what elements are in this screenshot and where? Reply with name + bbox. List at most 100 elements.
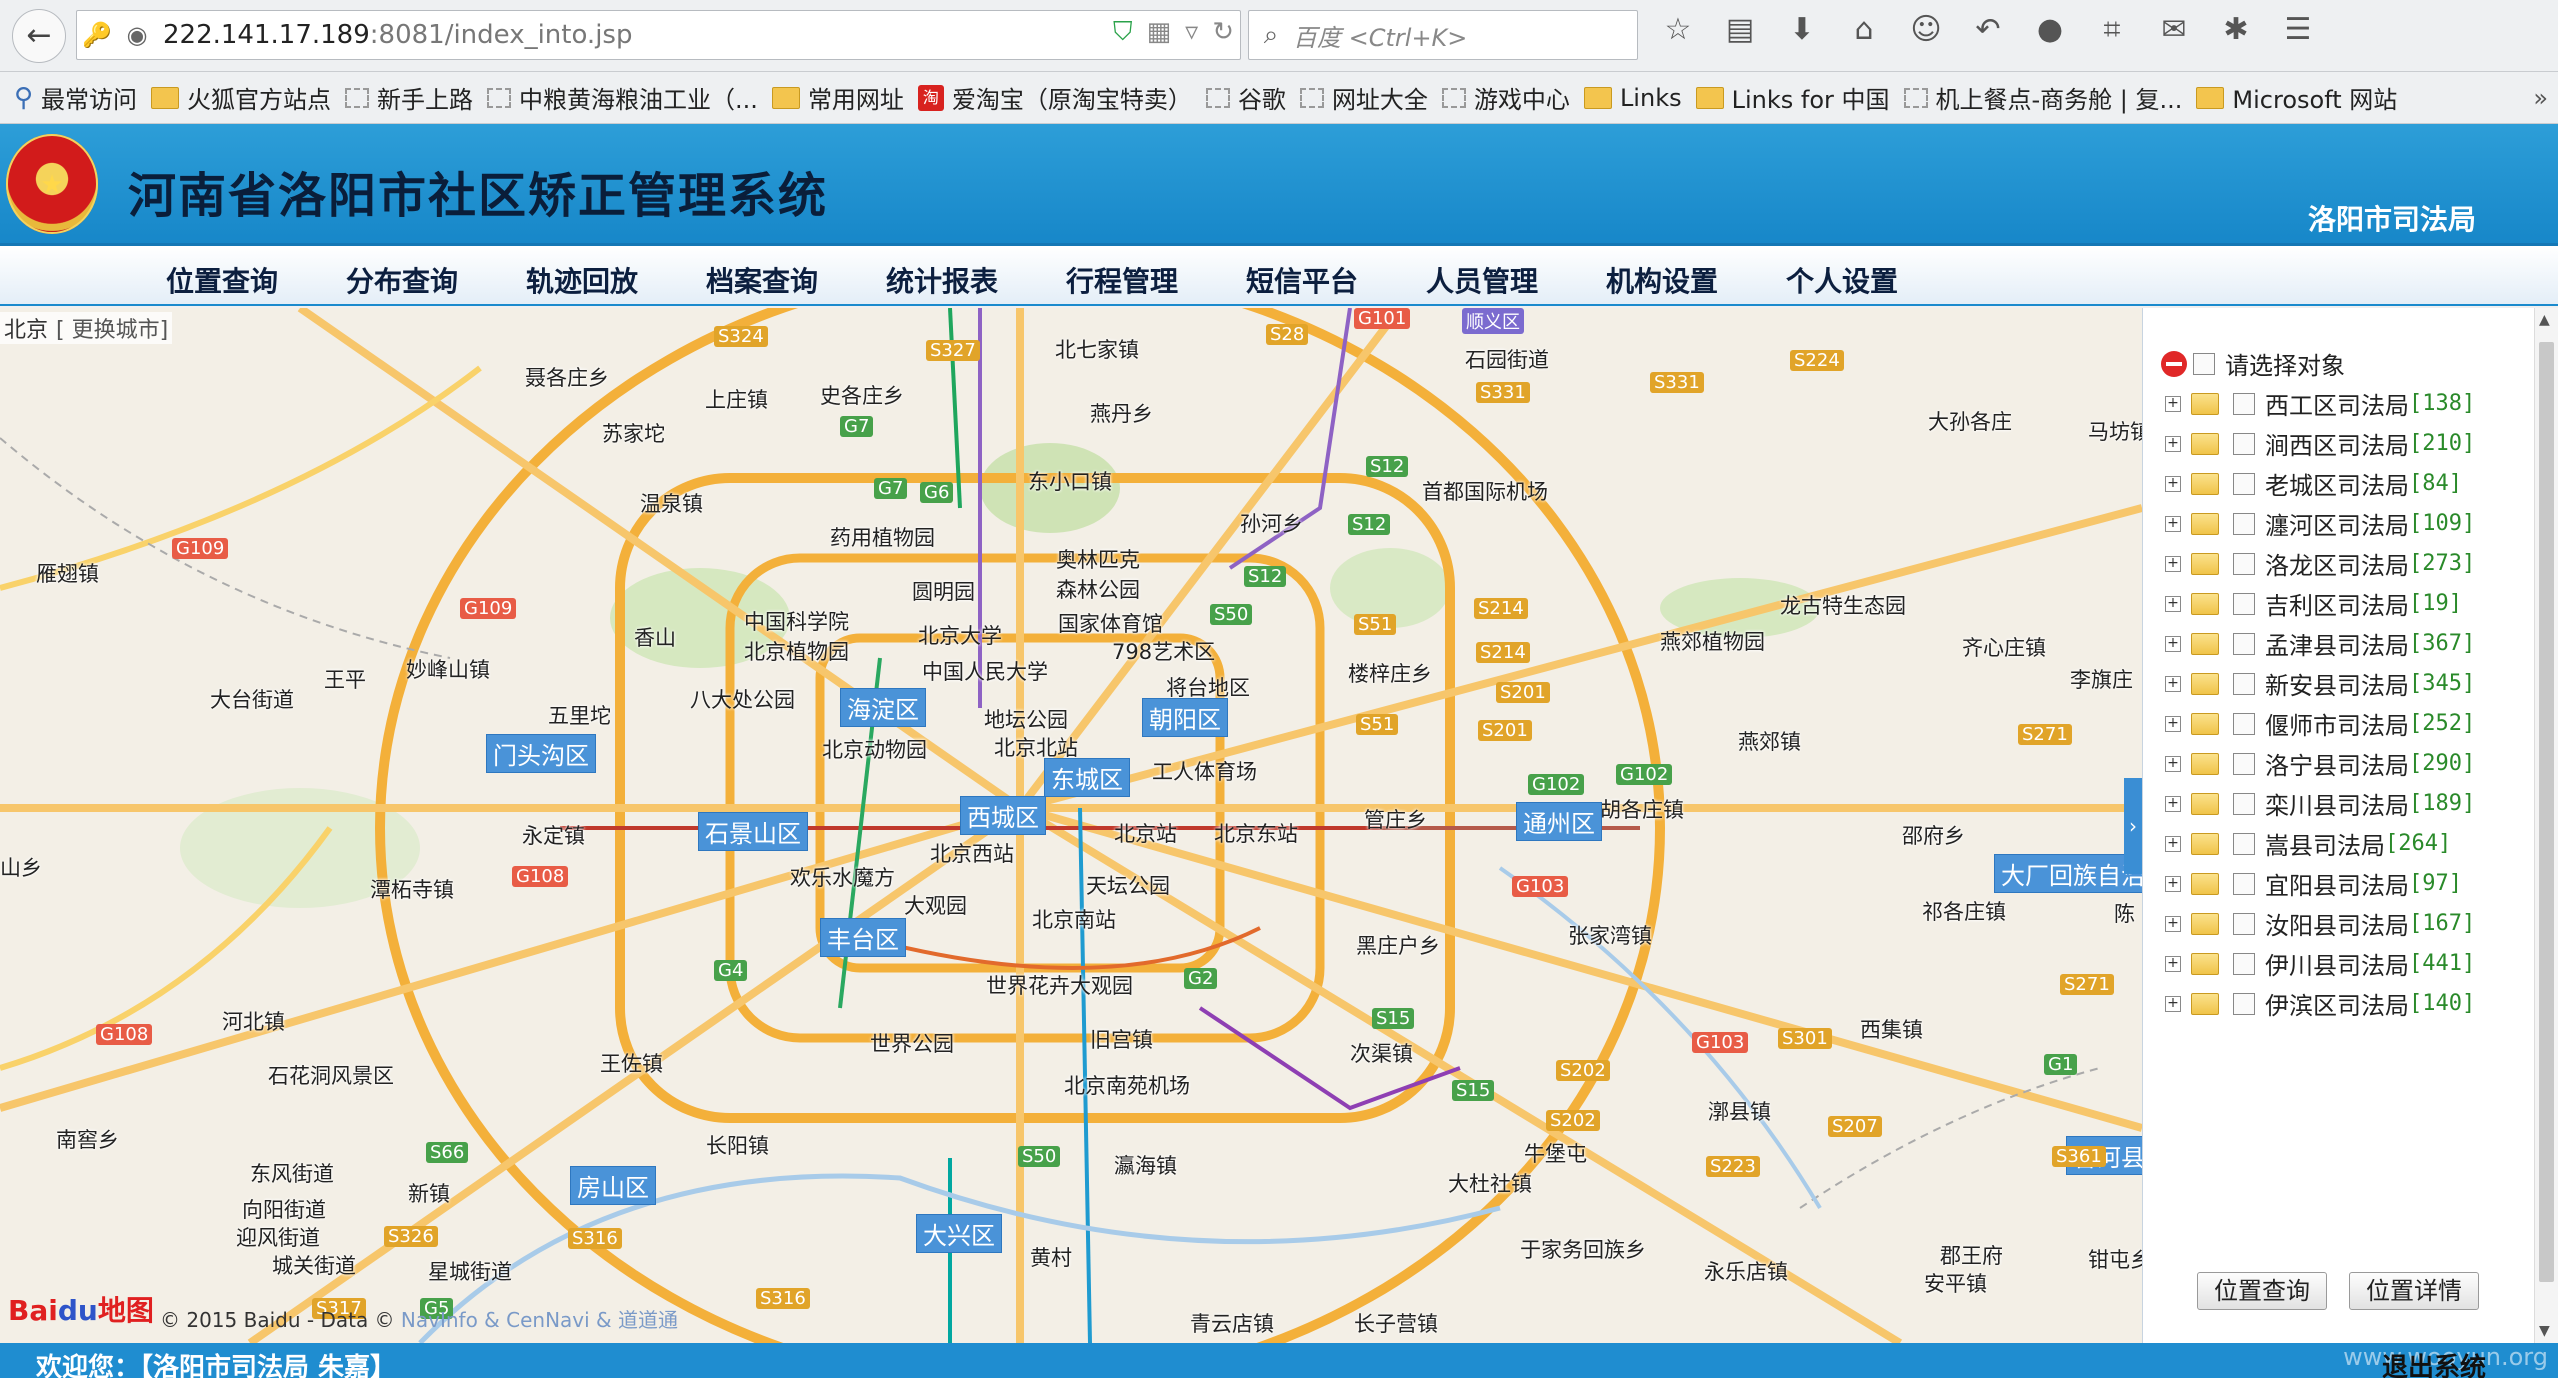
expand-icon[interactable]: + (2165, 435, 2181, 452)
dropdown-icon[interactable]: ▿ (1185, 17, 1198, 48)
item-checkbox[interactable] (2233, 792, 2255, 815)
expand-icon[interactable]: + (2165, 995, 2181, 1012)
scroll-down-icon[interactable]: ▼ (2539, 1323, 2550, 1339)
home-icon[interactable]: ⌂ (1841, 12, 1887, 47)
chat-icon[interactable]: ✉ (2151, 12, 2197, 47)
map-city-selector[interactable]: 北京[ 更换城市] (0, 312, 173, 344)
crop-icon[interactable]: ⌗ (2089, 12, 2135, 47)
expand-icon[interactable]: + (2165, 755, 2181, 772)
reload-icon[interactable]: ↻ (1212, 17, 1234, 48)
select-all-checkbox[interactable] (2193, 352, 2215, 375)
reading-list-icon[interactable]: ▤ (1717, 12, 1763, 47)
item-checkbox[interactable] (2233, 872, 2255, 895)
tree-item[interactable]: + 嵩县司法局 [264] (2165, 826, 2451, 861)
tree-item[interactable]: + 西工区司法局 [138] (2165, 386, 2475, 421)
menu-item-location[interactable]: 位置查询 (166, 260, 278, 300)
bug-icon[interactable]: ✱ (2213, 12, 2259, 47)
menu-item-organization[interactable]: 机构设置 (1606, 260, 1718, 300)
item-checkbox[interactable] (2233, 992, 2255, 1015)
expand-icon[interactable]: + (2165, 915, 2181, 932)
item-checkbox[interactable] (2233, 512, 2255, 535)
locate-button[interactable]: 位置查询 (2197, 1272, 2327, 1310)
tree-item[interactable]: + 伊川县司法局 [441] (2165, 946, 2475, 981)
tree-item[interactable]: + 伊滨区司法局 [140] (2165, 986, 2475, 1021)
tree-item[interactable]: + 洛宁县司法局 [290] (2165, 746, 2475, 781)
bookmark-item[interactable]: 机上餐点-商务舱 | 复... (1903, 80, 2182, 115)
expand-icon[interactable]: + (2165, 515, 2181, 532)
tree-item[interactable]: + 孟津县司法局 [367] (2165, 626, 2475, 661)
item-checkbox[interactable] (2233, 952, 2255, 975)
menu-item-itinerary[interactable]: 行程管理 (1066, 260, 1178, 300)
item-checkbox[interactable] (2233, 752, 2255, 775)
bookmark-item[interactable]: 火狐官方站点 (151, 80, 331, 115)
bookmark-item[interactable]: 新手上路 (345, 80, 473, 115)
expand-icon[interactable]: + (2165, 395, 2181, 412)
undo-icon[interactable]: ↶ (1965, 12, 2011, 47)
address-bar[interactable]: 🔑 ◉ 222.141.17.189:8081/index_into.jsp ⛉… (76, 10, 1241, 60)
menu-item-sms[interactable]: 短信平台 (1246, 260, 1358, 300)
menu-item-archive[interactable]: 档案查询 (706, 260, 818, 300)
tree-item[interactable]: + 新安县司法局 [345] (2165, 666, 2475, 701)
expand-icon[interactable]: + (2165, 595, 2181, 612)
smiley-icon[interactable]: ☺ (1903, 12, 1949, 47)
tree-item[interactable]: + 偃师市司法局 [252] (2165, 706, 2475, 741)
tree-item[interactable]: + 吉利区司法局 [19] (2165, 586, 2462, 621)
qr-code-icon[interactable]: ▦ (1147, 17, 1172, 48)
bookmark-item[interactable]: 谷歌 (1205, 80, 1286, 115)
item-checkbox[interactable] (2233, 392, 2255, 415)
expand-icon[interactable]: + (2165, 555, 2181, 572)
addon-icon[interactable]: ● (2027, 12, 2073, 47)
item-checkbox[interactable] (2233, 632, 2255, 655)
item-checkbox[interactable] (2233, 592, 2255, 615)
tree-item[interactable]: + 瀍河区司法局 [109] (2165, 506, 2475, 541)
tree-item[interactable]: + 涧西区司法局 [210] (2165, 426, 2475, 461)
bookmark-item[interactable]: Links (1583, 84, 1682, 112)
tree-item[interactable]: + 宜阳县司法局 [97] (2165, 866, 2462, 901)
star-icon[interactable]: ☆ (1655, 12, 1701, 47)
expand-icon[interactable]: + (2165, 475, 2181, 492)
expand-icon[interactable]: + (2165, 835, 2181, 852)
tree-item[interactable]: + 老城区司法局 [84] (2165, 466, 2462, 501)
bookmark-item[interactable]: Microsoft 网站 (2196, 80, 2397, 115)
expand-icon[interactable]: + (2165, 675, 2181, 692)
tree-item[interactable]: + 栾川县司法局 [189] (2165, 786, 2475, 821)
item-checkbox[interactable] (2233, 432, 2255, 455)
download-icon[interactable]: ⬇ (1779, 12, 1825, 47)
item-checkbox[interactable] (2233, 912, 2255, 935)
tree-item[interactable]: + 汝阳县司法局 [167] (2165, 906, 2475, 941)
tree-root[interactable]: 请选择对象 (2161, 346, 2345, 381)
expand-icon[interactable]: + (2165, 955, 2181, 972)
shield-icon[interactable]: ⛉ (1113, 17, 1133, 48)
menu-item-track-replay[interactable]: 轨迹回放 (526, 260, 638, 300)
bookmark-item[interactable]: 常用网址 (771, 80, 904, 115)
menu-item-personnel[interactable]: 人员管理 (1426, 260, 1538, 300)
item-checkbox[interactable] (2233, 552, 2255, 575)
logout-link[interactable]: 退出系统 (2382, 1347, 2486, 1378)
expand-icon[interactable]: + (2165, 635, 2181, 652)
panel-toggle-icon[interactable]: › (2124, 778, 2142, 874)
menu-item-distribution[interactable]: 分布查询 (346, 260, 458, 300)
search-input[interactable]: ⌕ 百度 <Ctrl+K> (1248, 10, 1638, 60)
bookmark-item[interactable]: 中粮黄海粮油工业（... (487, 80, 758, 115)
tree-item[interactable]: + 洛龙区司法局 [273] (2165, 546, 2475, 581)
scroll-up-icon[interactable]: ▲ (2539, 312, 2550, 328)
back-arrow-icon[interactable]: ← (12, 8, 66, 63)
item-checkbox[interactable] (2233, 832, 2255, 855)
location-detail-button[interactable]: 位置详情 (2349, 1272, 2479, 1310)
bookmark-item[interactable]: 游戏中心 (1441, 80, 1570, 115)
scrollbar-thumb[interactable] (2539, 342, 2554, 1282)
collapse-icon[interactable] (2161, 350, 2187, 377)
bookmark-item[interactable]: 网址大全 (1299, 80, 1428, 115)
map-view[interactable]: 北京[ 更换城市] 北七家镇 聂各庄乡 上庄镇 史各庄乡 燕丹乡 石园街道 苏家… (0, 308, 2142, 1343)
bookmark-item[interactable]: ⚲ 最常访问 (14, 80, 137, 115)
bookmark-item[interactable]: Links for 中国 (1695, 80, 1890, 115)
bookmark-item[interactable]: 淘爱淘宝（原淘宝特卖） (917, 80, 1192, 115)
item-checkbox[interactable] (2233, 712, 2255, 735)
item-checkbox[interactable] (2233, 472, 2255, 495)
item-checkbox[interactable] (2233, 672, 2255, 695)
expand-icon[interactable]: + (2165, 875, 2181, 892)
page-scrollbar[interactable]: ▲ ▼ (2534, 308, 2558, 1343)
expand-icon[interactable]: + (2165, 795, 2181, 812)
menu-item-reports[interactable]: 统计报表 (886, 260, 998, 300)
menu-item-personal-settings[interactable]: 个人设置 (1786, 260, 1898, 300)
